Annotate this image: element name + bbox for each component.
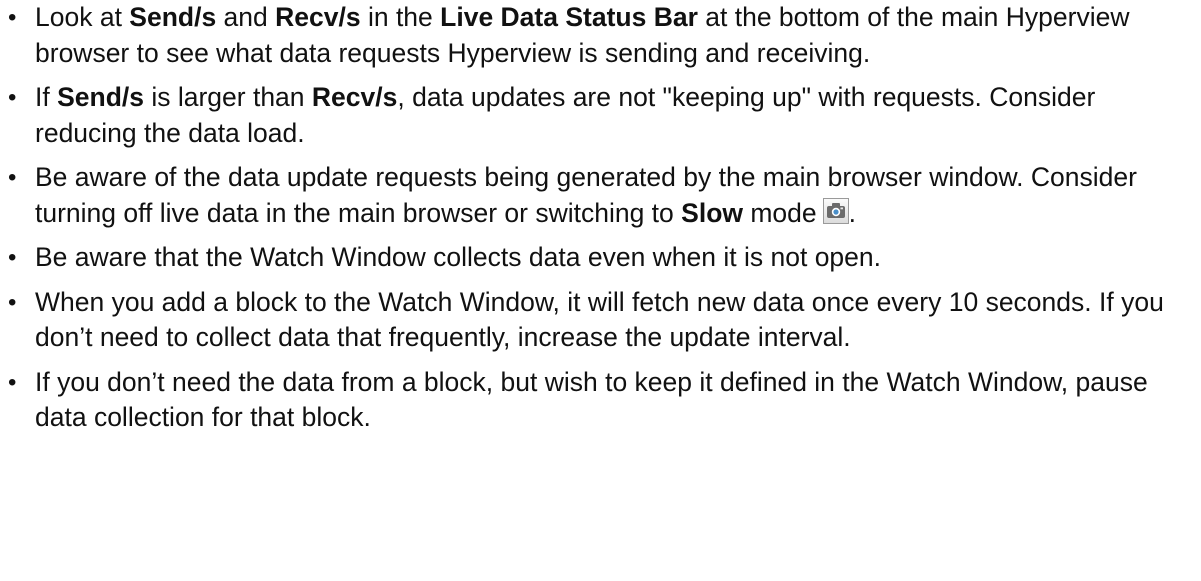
bold-term: Live Data Status Bar — [440, 2, 698, 32]
list-item: Be aware of the data update requests bei… — [0, 160, 1201, 231]
list-item: When you add a block to the Watch Window… — [0, 285, 1201, 356]
bold-term: Send/s — [129, 2, 217, 32]
bold-term: Recv/s — [275, 2, 361, 32]
list-item: Be aware that the Watch Window collects … — [0, 240, 1201, 276]
camera-icon — [822, 197, 849, 224]
bold-term: Slow — [681, 197, 743, 228]
tips-list: Look at Send/s and Recv/s in the Live Da… — [0, 0, 1201, 436]
list-item: If you don’t need the data from a block,… — [0, 365, 1201, 436]
list-item: Look at Send/s and Recv/s in the Live Da… — [0, 0, 1201, 71]
list-item: If Send/s is larger than Recv/s, data up… — [0, 80, 1201, 151]
bold-term: Send/s — [57, 82, 144, 112]
document-body: Look at Send/s and Recv/s in the Live Da… — [0, 0, 1201, 445]
bold-term: Recv/s — [311, 82, 398, 112]
